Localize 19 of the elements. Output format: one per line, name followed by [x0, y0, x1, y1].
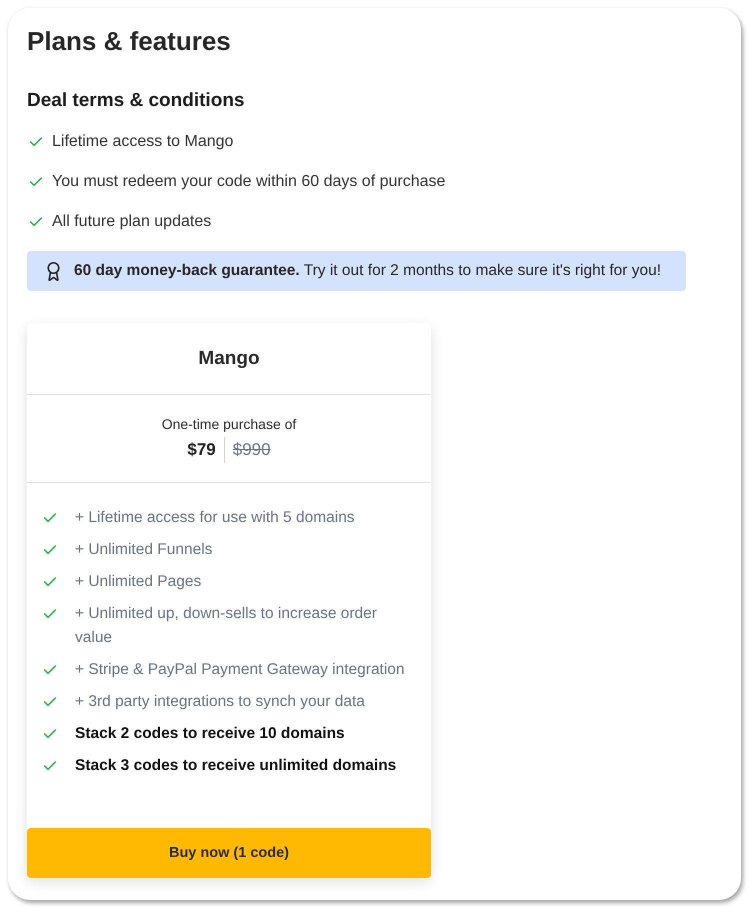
price-caption: One-time purchase of	[162, 415, 296, 434]
feature-text: Stack 3 codes to receive unlimited domains	[75, 756, 396, 776]
feature-text: + Lifetime access for use with 5 domains	[75, 508, 355, 528]
section-heading: Deal terms & conditions	[27, 89, 246, 113]
feature-text: + 3rd party integrations to synch your data	[75, 692, 365, 712]
feature-text: + Unlimited Pages	[75, 572, 202, 592]
page-title: Plans & features	[27, 25, 232, 57]
term-text: All future plan updates	[52, 212, 212, 232]
price: $79	[187, 437, 225, 463]
plan-name: Mango	[198, 348, 260, 370]
feature-text: + Stripe & PayPal Payment Gateway integration	[75, 660, 405, 680]
buy-now-button[interactable]: Buy now (1 code)	[27, 828, 431, 878]
feature-text: + Unlimited Funnels	[75, 540, 212, 560]
term-text: Lifetime access to Mango	[52, 132, 234, 152]
guarantee-text: 60 day money-back guarantee. Try it out for 2 months to make sure it's right for you!	[74, 261, 662, 281]
feature-text: + Unlimited up, down-sells to increase order value	[75, 604, 378, 648]
feature-text: Stack 2 codes to receive 10 domains	[75, 724, 345, 744]
original-price: $990	[232, 439, 271, 461]
term-text: You must redeem your code within 60 days of purchase	[52, 172, 446, 192]
